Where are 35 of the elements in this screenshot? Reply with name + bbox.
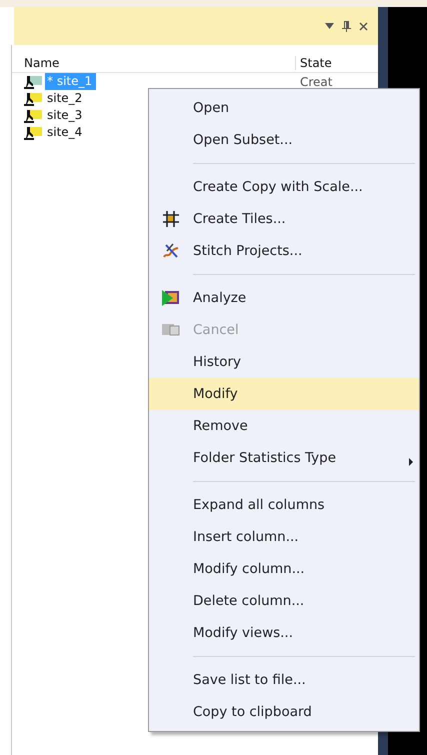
close-icon[interactable]: [359, 22, 368, 30]
menu-item[interactable]: History: [149, 346, 419, 378]
menu-item[interactable]: Save list to file...: [149, 664, 419, 696]
play-icon: [162, 290, 180, 306]
pin-icon[interactable]: [342, 20, 351, 32]
menu-item[interactable]: Stitch Projects...: [149, 235, 419, 267]
menu-item[interactable]: Modify: [149, 378, 419, 410]
menu-item[interactable]: Open Subset...: [149, 124, 419, 156]
microscope-icon: [24, 126, 42, 140]
menu-item[interactable]: Open: [149, 92, 419, 124]
menu-item[interactable]: Remove: [149, 410, 419, 442]
cancel-icon: [162, 323, 180, 337]
menu-item[interactable]: Modify views...: [149, 617, 419, 649]
menu-item[interactable]: Delete column...: [149, 585, 419, 617]
menu-item[interactable]: Create Tiles...: [149, 203, 419, 235]
menu-item[interactable]: Copy to clipboard: [149, 696, 419, 728]
microscope-icon: [24, 108, 42, 122]
menu-item[interactable]: Create Copy with Scale...: [149, 171, 419, 203]
menu-item[interactable]: Analyze: [149, 282, 419, 314]
column-header[interactable]: Name: [12, 56, 296, 70]
stitch-icon: [163, 243, 179, 259]
tree-item[interactable]: site_3: [45, 107, 86, 124]
tree-item[interactable]: site_2: [45, 90, 86, 107]
microscope-icon: [24, 92, 42, 106]
menu-item[interactable]: Expand all columns: [149, 489, 419, 521]
grid-icon: [163, 211, 179, 227]
menu-item[interactable]: Modify column...: [149, 553, 419, 585]
tree-item[interactable]: site_4: [45, 124, 86, 141]
dropdown-icon[interactable]: [325, 23, 334, 29]
table-cell-text: Creat: [299, 74, 332, 88]
menu-item[interactable]: Insert column...: [149, 521, 419, 553]
menu-item[interactable]: Folder Statistics Type: [149, 442, 419, 474]
microscope-icon: [24, 74, 42, 88]
column-header[interactable]: State: [296, 56, 332, 70]
submenu-arrow-icon: [409, 458, 413, 466]
